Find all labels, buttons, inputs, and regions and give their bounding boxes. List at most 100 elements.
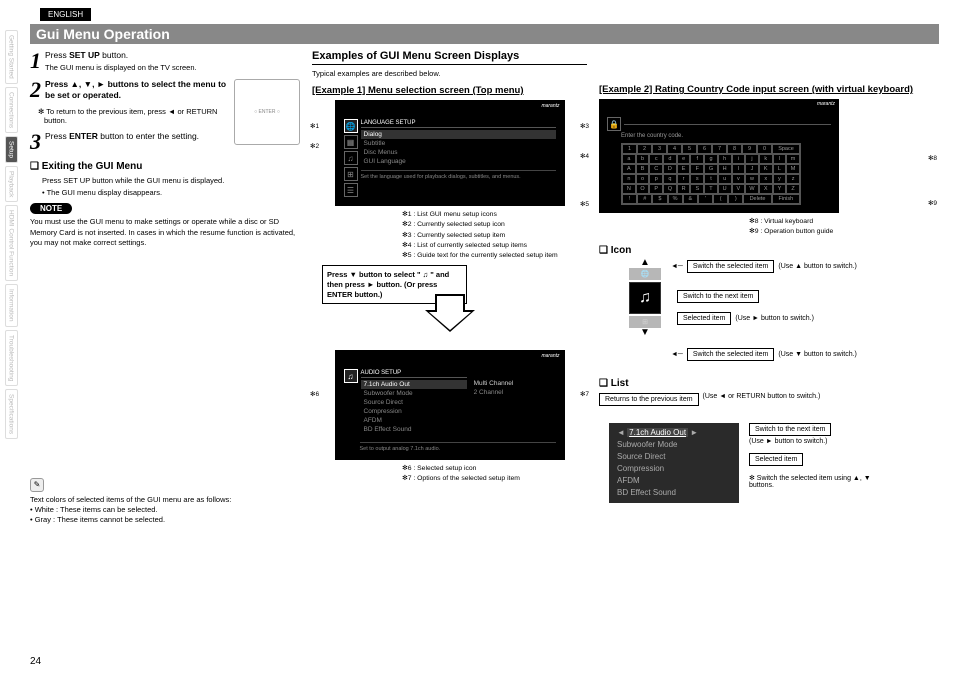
callout-9: ✻9 [928,199,937,207]
kb-key: Z [786,184,800,194]
kb-key: 5 [682,144,697,154]
colors-intro: Text colors of selected items of the GUI… [30,495,300,505]
example1-title: [Example 1] Menu selection screen (Top m… [312,85,587,96]
kb-key: F [690,164,704,174]
callout-2: ✻2 [310,142,319,150]
examples-header: Examples of GUI Menu Screen Displays [312,50,587,65]
kb-key: 2 [637,144,652,154]
kb-key: K [759,164,773,174]
kb-key: O [636,184,650,194]
kb-key: Space [772,144,800,154]
keyboard-screen: marantz 🔒 Enter the country code. 123456… [599,99,839,213]
step-2-text: Press ▲, ▼, ► buttons to select the menu… [45,79,228,101]
kb-key: 0 [757,144,772,154]
icon-heading: Icon [599,245,939,256]
callout-8: ✻8 [928,154,937,162]
callout-1: ✻1 [310,122,319,130]
kb-key: U [718,184,732,194]
kb-legend: ✻8 : Virtual keyboard ✻9 : Operation but… [749,217,939,237]
kb-key: 9 [742,144,757,154]
example2-title: [Example 2] Rating Country Code input sc… [599,84,939,95]
exit-line2: • The GUI menu display disappears. [42,188,300,198]
kb-key: d [663,154,677,164]
kb-key: n [622,174,636,184]
rating-icon: ⊞ [344,167,358,181]
video-icon: ▦ [344,135,358,149]
up-arrow-icon: ▲ [640,260,650,266]
kb-key: P [649,184,663,194]
kb-key: % [668,194,683,204]
list-heading: List [599,378,939,389]
legend-1: ✻1 : List GUI menu setup icons ✻2 : Curr… [402,210,587,261]
kb-key: E [677,164,691,174]
kb-key: j [745,154,759,164]
kb-key: R [677,184,691,194]
left-column: 1 Press SET UP button. The GUI menu is d… [30,50,300,667]
list-block: ◄ 7.1ch Audio Out ► Subwoofer Mode Sourc… [609,423,739,503]
color-gray: • Gray : These items cannot be selected. [30,515,300,525]
kb-key: u [718,174,732,184]
kb-key: v [732,174,746,184]
step-3-text: Press ENTER button to enter the setting. [45,131,228,153]
kb-key: 1 [622,144,637,154]
side-nav: Getting Started Connections Setup Playba… [0,0,22,675]
tab-playback: Playback [5,166,18,202]
kb-key: Finish [772,194,800,204]
page-number: 24 [30,656,41,667]
audio-icon-sel: ♫ [344,369,358,383]
kb-key: W [745,184,759,194]
kb-key: 4 [667,144,682,154]
screen1-title: LANGUAGE SETUP [361,119,556,128]
kb-key: m [786,154,800,164]
kb-key: ' [698,194,713,204]
callout-3: ✻3 [580,122,589,130]
kb-key: # [637,194,652,204]
remote-illustration: ○ ENTER ○ [234,79,300,145]
examples-sub: Typical examples are described below. [312,69,587,79]
screen-example1: marantz 🌐 ▦ ♫ ⊞ ☰ LANGUAGE SETUP [335,100,565,206]
screen-example2: marantz ♫ AUDIO SETUP 7.1ch Audio Out Su… [335,350,565,460]
callout-5: ✻5 [580,200,589,208]
kb-key: e [677,154,691,164]
kb-key: 3 [652,144,667,154]
kb-key: z [786,174,800,184]
lang-icon: 🌐 [344,119,358,133]
kb-key: 7 [712,144,727,154]
tab-trouble: Troubleshooting [5,330,18,386]
kb-key: t [704,174,718,184]
kb-key: y [773,174,787,184]
virtual-keyboard: 1234567890SpaceabcdefghijklmABCDEFGHIJKL… [621,143,801,205]
kb-key: f [690,154,704,164]
kb-key: J [745,164,759,174]
tab-info: Information [5,284,18,327]
kb-key: B [636,164,650,174]
kb-key: o [636,174,650,184]
legend-2: ✻6 : Selected setup icon ✻7 : Options of… [402,464,587,484]
kb-key: H [718,164,732,174]
step-3-num: 3 [30,131,41,153]
kb-key: a [622,154,636,164]
step-1-num: 1 [30,50,41,73]
kb-key: r [677,174,691,184]
brand-logo: marantz [541,103,559,109]
tab-setup: Setup [5,136,18,163]
kb-key: C [649,164,663,174]
other-icon: ☰ [344,183,358,197]
kb-key: $ [652,194,667,204]
kb-key: ! [622,194,637,204]
kb-key: T [704,184,718,194]
tab-hdmi: HDMI Control Function [5,205,18,281]
kb-key: A [622,164,636,174]
callout-4: ✻4 [580,152,589,160]
kb-key: ) [728,194,743,204]
kb-key: ( [713,194,728,204]
kb-key: & [683,194,698,204]
kb-key: h [718,154,732,164]
kb-key: x [759,174,773,184]
kb-key: M [786,164,800,174]
kb-key: L [773,164,787,174]
audio-icon: ♫ [344,151,358,165]
kb-key: k [759,154,773,164]
right-column: [Example 2] Rating Country Code input sc… [599,50,939,667]
tab-connections: Connections [5,87,18,133]
